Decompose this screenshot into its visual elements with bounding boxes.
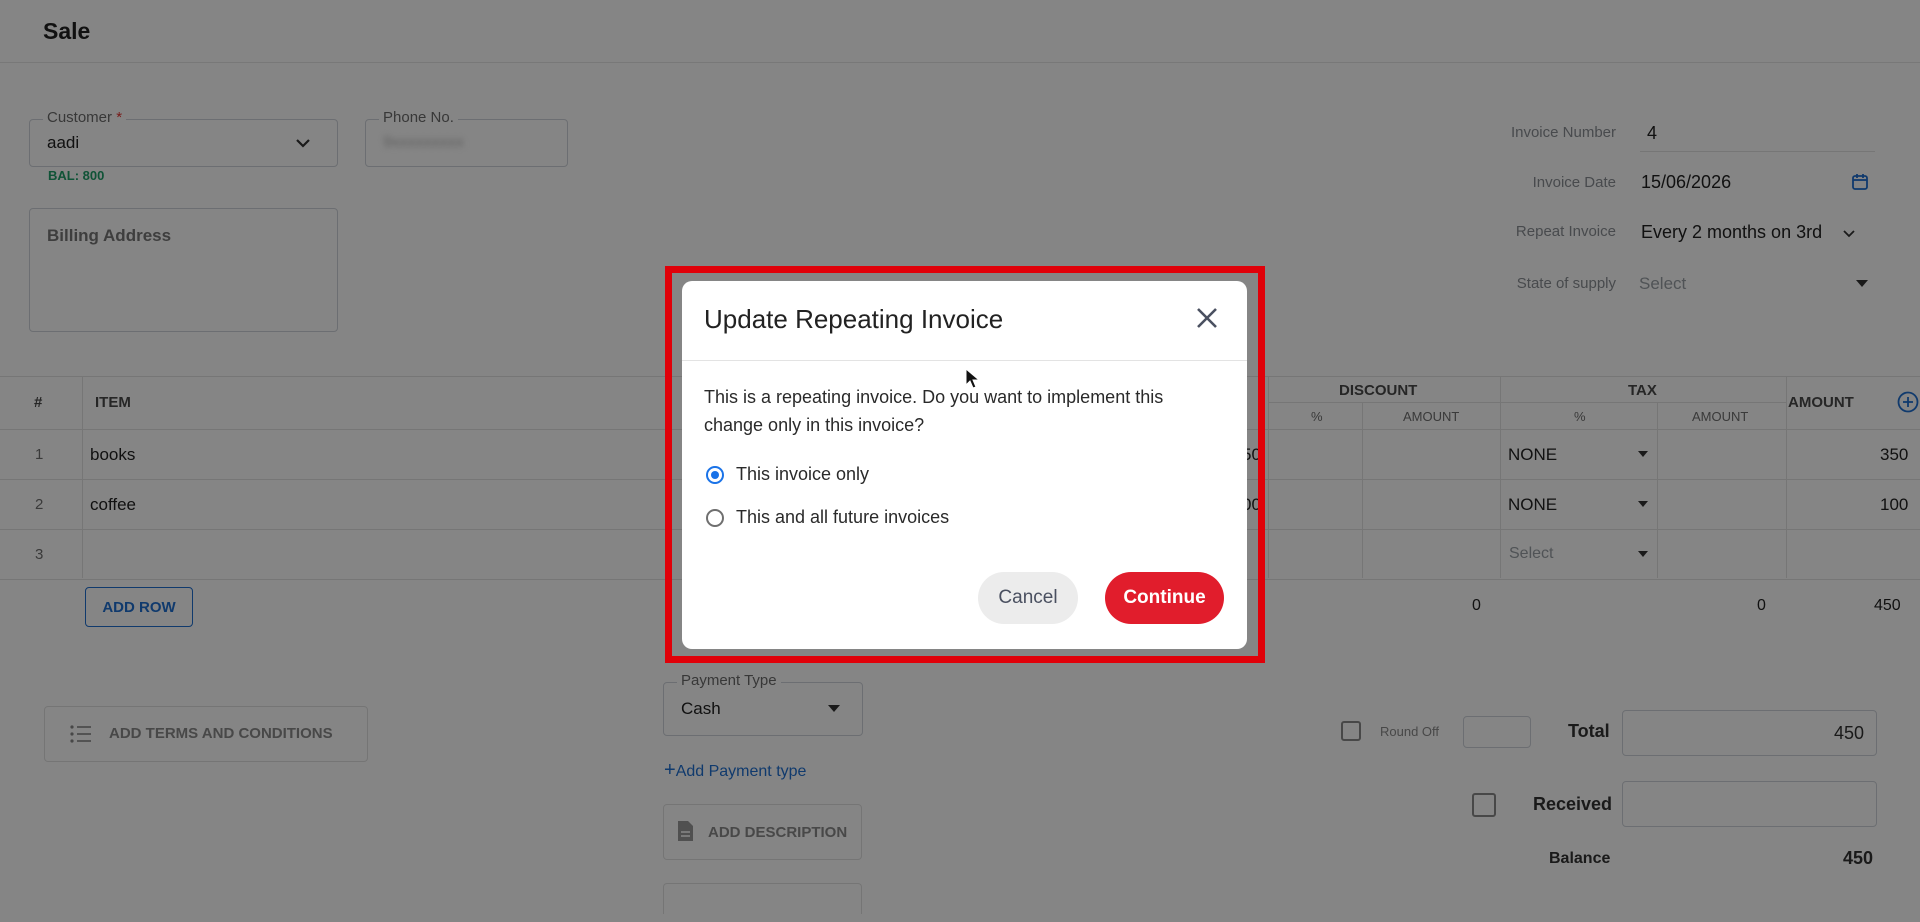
- radio-selected[interactable]: [706, 466, 724, 484]
- cancel-button[interactable]: Cancel: [978, 572, 1078, 624]
- dialog-message: This is a repeating invoice. Do you want…: [704, 387, 1164, 435]
- close-icon[interactable]: [1192, 303, 1222, 333]
- radio-unselected[interactable]: [706, 509, 724, 527]
- update-repeating-invoice-dialog: Update Repeating Invoice This is a repea…: [682, 281, 1247, 649]
- continue-button[interactable]: Continue: [1105, 572, 1224, 624]
- mouse-cursor-icon: [965, 368, 981, 389]
- option-label: This and all future invoices: [736, 507, 950, 527]
- option-label: This invoice only: [736, 464, 870, 484]
- option-all-future-invoices[interactable]: This and all future invoices: [704, 504, 1004, 532]
- option-this-invoice-only[interactable]: This invoice only: [704, 461, 1004, 489]
- dialog-divider: [682, 360, 1247, 361]
- dialog-title: Update Repeating Invoice: [704, 304, 1004, 334]
